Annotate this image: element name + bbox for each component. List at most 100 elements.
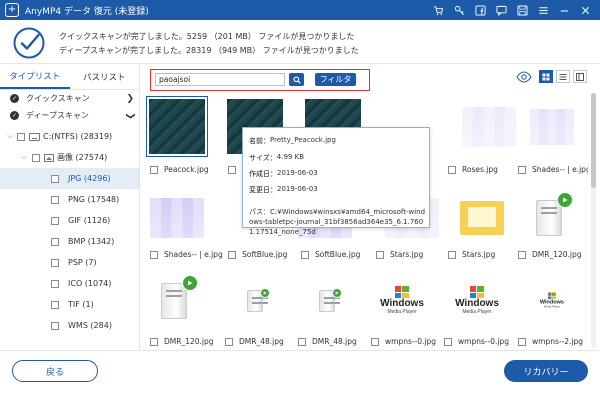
file-checkbox[interactable]: [225, 337, 233, 346]
file-caption: Shades-- | e.jpg: [518, 165, 588, 174]
back-button[interactable]: 戻る: [12, 360, 98, 382]
scroll-thumb[interactable]: [591, 93, 596, 188]
detail-view-button[interactable]: [573, 70, 587, 83]
left-panel: タイプリスト パスリスト ✓ クイックスキャン ❯ ✓ ディープスキャン ❯ ⌵…: [0, 64, 140, 350]
file-checkbox[interactable]: [298, 337, 306, 346]
app-logo-icon: +: [5, 3, 19, 17]
file-checkbox[interactable]: [150, 165, 158, 174]
thumbnail[interactable]: [521, 96, 583, 157]
cart-icon[interactable]: [428, 0, 449, 20]
list-icon: [559, 73, 567, 80]
file-name: Shades-- | e.jpg: [532, 165, 588, 174]
ico-checkbox[interactable]: [51, 279, 59, 288]
facebook-icon[interactable]: [470, 0, 491, 20]
file-checkbox[interactable]: [301, 250, 309, 259]
file-name: Peacock.jpg: [164, 165, 209, 174]
file-checkbox[interactable]: [228, 250, 236, 259]
windows-media-player-logo: Windows Media Player: [455, 286, 499, 315]
tree-images[interactable]: ⌵ 画像 (27574): [0, 147, 139, 168]
file-checkbox[interactable]: [518, 250, 526, 259]
titlebar-controls: [428, 0, 596, 20]
file-checkbox[interactable]: [448, 250, 456, 259]
tree-ext-wms[interactable]: WMS (284): [0, 315, 139, 336]
list-view-button[interactable]: [556, 70, 570, 83]
thumbnail[interactable]: [521, 187, 583, 248]
tif-checkbox[interactable]: [51, 300, 59, 309]
tab-path-list[interactable]: パスリスト: [70, 64, 140, 89]
search-button[interactable]: [289, 73, 304, 86]
tooltip-key: 名前：: [249, 137, 270, 145]
image-preview: [530, 108, 574, 145]
search-input[interactable]: [155, 73, 285, 86]
thumbnail[interactable]: [458, 96, 520, 157]
play-icon: [557, 192, 573, 208]
file-checkbox[interactable]: [150, 337, 158, 346]
chevron-down-icon: ❯: [125, 111, 136, 120]
drive-checkbox[interactable]: [17, 132, 25, 141]
thumbnail[interactable]: [146, 96, 208, 157]
tooltip-value: C:¥Windows¥winsxs¥amd64_microsoft-window…: [249, 208, 426, 236]
file-caption: DMR_48.jpg: [225, 337, 293, 346]
file-checkbox[interactable]: [448, 165, 456, 174]
jpg-checkbox[interactable]: [51, 174, 59, 183]
wms-checkbox[interactable]: [51, 321, 59, 330]
file-checkbox[interactable]: [376, 250, 384, 259]
grid-view-button[interactable]: [539, 70, 553, 83]
tooltip-value: 2019-06-03: [277, 185, 318, 193]
image-preview: [150, 197, 204, 238]
thumbnail[interactable]: [296, 270, 358, 331]
tree-drive[interactable]: ⌵ C:(NTFS) (28319): [0, 126, 139, 147]
chat-icon[interactable]: [491, 0, 512, 20]
tree-ext-ico[interactable]: ICO (1074): [0, 273, 139, 294]
ext-label: PNG (17548): [68, 195, 120, 204]
bmp-checkbox[interactable]: [51, 237, 59, 246]
file-checkbox[interactable]: [518, 165, 526, 174]
thumbnail[interactable]: Windows Media Player: [371, 270, 433, 331]
tooltip-created: 作成日： 2019-06-03: [249, 169, 318, 179]
minimize-icon[interactable]: [554, 0, 575, 20]
filter-button[interactable]: フィルタ: [315, 73, 356, 86]
grid-scrollbar[interactable]: [591, 93, 596, 348]
tree-ext-gif[interactable]: GIF (1126): [0, 210, 139, 231]
windows-flag-icon: [469, 286, 484, 298]
thumbnail[interactable]: [146, 270, 208, 331]
detail-icon: [576, 72, 584, 81]
tree-ext-jpg[interactable]: JPG (4296): [0, 168, 139, 189]
file-checkbox[interactable]: [371, 337, 379, 346]
deep-scan-section[interactable]: ✓ ディープスキャン ❯: [0, 107, 139, 124]
tree-ext-bmp[interactable]: BMP (1342): [0, 231, 139, 252]
close-icon[interactable]: [575, 0, 596, 20]
ext-label: TIF (1): [68, 300, 94, 309]
tree-ext-psp[interactable]: PSP (7): [0, 252, 139, 273]
thumbnail[interactable]: Windows Media Player: [446, 270, 508, 331]
file-checkbox[interactable]: [150, 250, 158, 259]
file-caption: SoftBlue.jpg: [228, 250, 296, 259]
file-caption: wmpns--0.jpg: [371, 337, 439, 346]
expand-arrow-icon[interactable]: ⌵: [20, 153, 28, 162]
file-checkbox[interactable]: [228, 165, 236, 174]
thumbnail[interactable]: [451, 187, 513, 248]
quick-scan-section[interactable]: ✓ クイックスキャン ❯: [0, 90, 139, 107]
thumbnail[interactable]: [146, 187, 208, 248]
tab-type-list[interactable]: タイプリスト: [0, 64, 70, 89]
expand-arrow-icon[interactable]: ⌵: [6, 132, 14, 141]
file-checkbox[interactable]: [518, 337, 526, 346]
folder-image: [460, 200, 504, 235]
windows-media-player-logo: Windows Media Player: [380, 286, 424, 315]
eye-icon[interactable]: [516, 70, 532, 83]
file-checkbox[interactable]: [444, 337, 452, 346]
images-checkbox[interactable]: [32, 153, 40, 162]
png-checkbox[interactable]: [51, 195, 59, 204]
save-icon[interactable]: [512, 0, 533, 20]
psp-checkbox[interactable]: [51, 258, 59, 267]
recover-button[interactable]: リカバリー: [504, 360, 588, 382]
tree-ext-png[interactable]: PNG (17548): [0, 189, 139, 210]
view-controls: [516, 70, 587, 83]
key-icon[interactable]: [449, 0, 470, 20]
tree-ext-tif[interactable]: TIF (1): [0, 294, 139, 315]
menu-icon[interactable]: [533, 0, 554, 20]
thumbnail[interactable]: Windows Media Player: [521, 270, 583, 331]
thumbnail[interactable]: [224, 270, 286, 331]
gif-checkbox[interactable]: [51, 216, 59, 225]
file-name: DMR_120.jpg: [164, 337, 214, 346]
